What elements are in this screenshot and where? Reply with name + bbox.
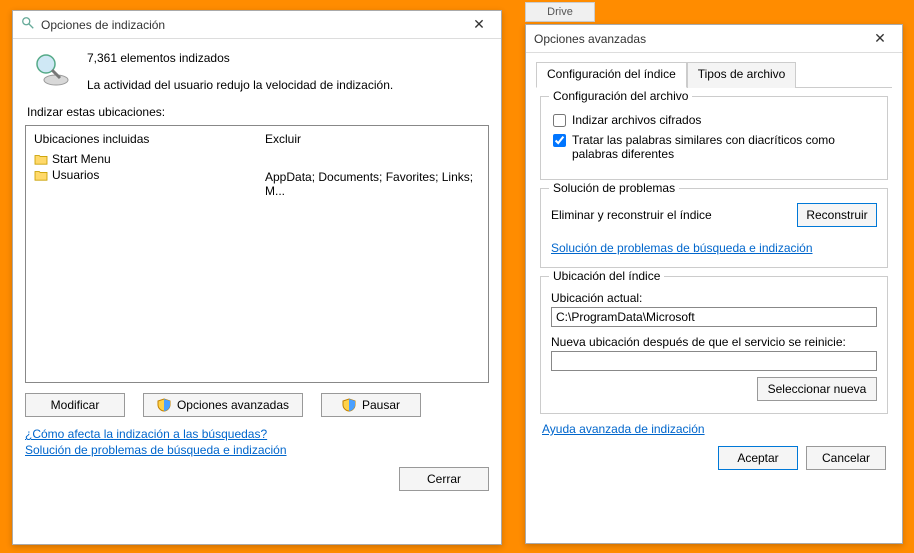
select-new-button[interactable]: Seleccionar nueva	[757, 377, 877, 401]
folder-icon	[34, 153, 48, 165]
exclude-value: AppData; Documents; Favorites; Links; M.…	[265, 170, 480, 198]
advanced-options-window: Opciones avanzadas ✕ Configuración del í…	[525, 24, 903, 544]
link-troubleshoot-search[interactable]: Solución de problemas de búsqueda e indi…	[551, 241, 813, 255]
link-how-indexing-affects[interactable]: ¿Cómo afecta la indización a las búsqued…	[25, 427, 489, 441]
rebuild-button[interactable]: Reconstruir	[797, 203, 877, 227]
new-location-field[interactable]	[551, 351, 877, 371]
accept-button[interactable]: Aceptar	[718, 446, 798, 470]
checkbox-input[interactable]	[553, 114, 566, 127]
tab-index-settings[interactable]: Configuración del índice	[536, 62, 687, 88]
list-item-label: Start Menu	[52, 152, 111, 166]
folder-icon	[34, 169, 48, 181]
locations-list: Ubicaciones incluidas Start Menu Usuario…	[25, 125, 489, 383]
checkbox-diacritics[interactable]: Tratar las palabras similares con diacrí…	[553, 133, 875, 161]
indexing-options-window: Opciones de indización ✕ 7,361 elementos…	[12, 10, 502, 545]
app-icon	[21, 16, 35, 33]
tab-strip: Configuración del índice Tipos de archiv…	[536, 61, 892, 88]
rebuild-description: Eliminar y reconstruir el índice	[551, 208, 712, 222]
advanced-button[interactable]: Opciones avanzadas	[143, 393, 303, 417]
group-troubleshoot: Solución de problemas Eliminar y reconst…	[540, 188, 888, 268]
column-included: Ubicaciones incluidas	[34, 132, 249, 146]
list-item[interactable]: Usuarios	[34, 168, 249, 182]
link-troubleshoot-search[interactable]: Solución de problemas de búsqueda e indi…	[25, 443, 489, 457]
pause-button[interactable]: Pausar	[321, 393, 421, 417]
current-location-label: Ubicación actual:	[551, 291, 877, 305]
group-file-config: Configuración del archivo Indizar archiv…	[540, 96, 888, 180]
list-item-label: Usuarios	[52, 168, 99, 182]
pause-button-label: Pausar	[362, 398, 400, 412]
current-location-field[interactable]	[551, 307, 877, 327]
shield-icon	[157, 398, 171, 412]
titlebar: Opciones avanzadas ✕	[526, 25, 902, 53]
shield-icon	[342, 398, 356, 412]
close-button[interactable]: Cerrar	[399, 467, 489, 491]
titlebar: Opciones de indización ✕	[13, 11, 501, 39]
close-icon[interactable]: ✕	[465, 16, 493, 33]
checkbox-index-encrypted[interactable]: Indizar archivos cifrados	[553, 113, 875, 127]
group-legend: Ubicación del índice	[549, 269, 664, 283]
modify-button[interactable]: Modificar	[25, 393, 125, 417]
group-index-location: Ubicación del índice Ubicación actual: N…	[540, 276, 888, 414]
magnifier-icon	[25, 49, 73, 89]
group-legend: Solución de problemas	[549, 181, 679, 195]
column-exclude: Excluir	[265, 132, 480, 146]
checkbox-label: Indizar archivos cifrados	[572, 113, 701, 127]
link-advanced-indexing-help[interactable]: Ayuda avanzada de indización	[542, 422, 705, 436]
window-title: Opciones avanzadas	[534, 32, 866, 46]
list-item[interactable]: Start Menu	[34, 152, 249, 166]
new-location-label: Nueva ubicación después de que el servic…	[551, 335, 877, 349]
close-icon[interactable]: ✕	[866, 30, 894, 47]
window-title: Opciones de indización	[41, 18, 465, 32]
checkbox-label: Tratar las palabras similares con diacrí…	[572, 133, 875, 161]
group-legend: Configuración del archivo	[549, 89, 692, 103]
cancel-button[interactable]: Cancelar	[806, 446, 886, 470]
status-message: La actividad del usuario redujo la veloc…	[87, 76, 393, 95]
indexed-count: 7,361 elementos indizados	[87, 49, 393, 68]
tab-file-types[interactable]: Tipos de archivo	[687, 62, 797, 88]
drive-tab[interactable]: Drive	[525, 2, 595, 22]
checkbox-input[interactable]	[553, 134, 566, 147]
index-locations-label: Indizar estas ubicaciones:	[27, 105, 487, 119]
advanced-button-label: Opciones avanzadas	[177, 398, 289, 412]
